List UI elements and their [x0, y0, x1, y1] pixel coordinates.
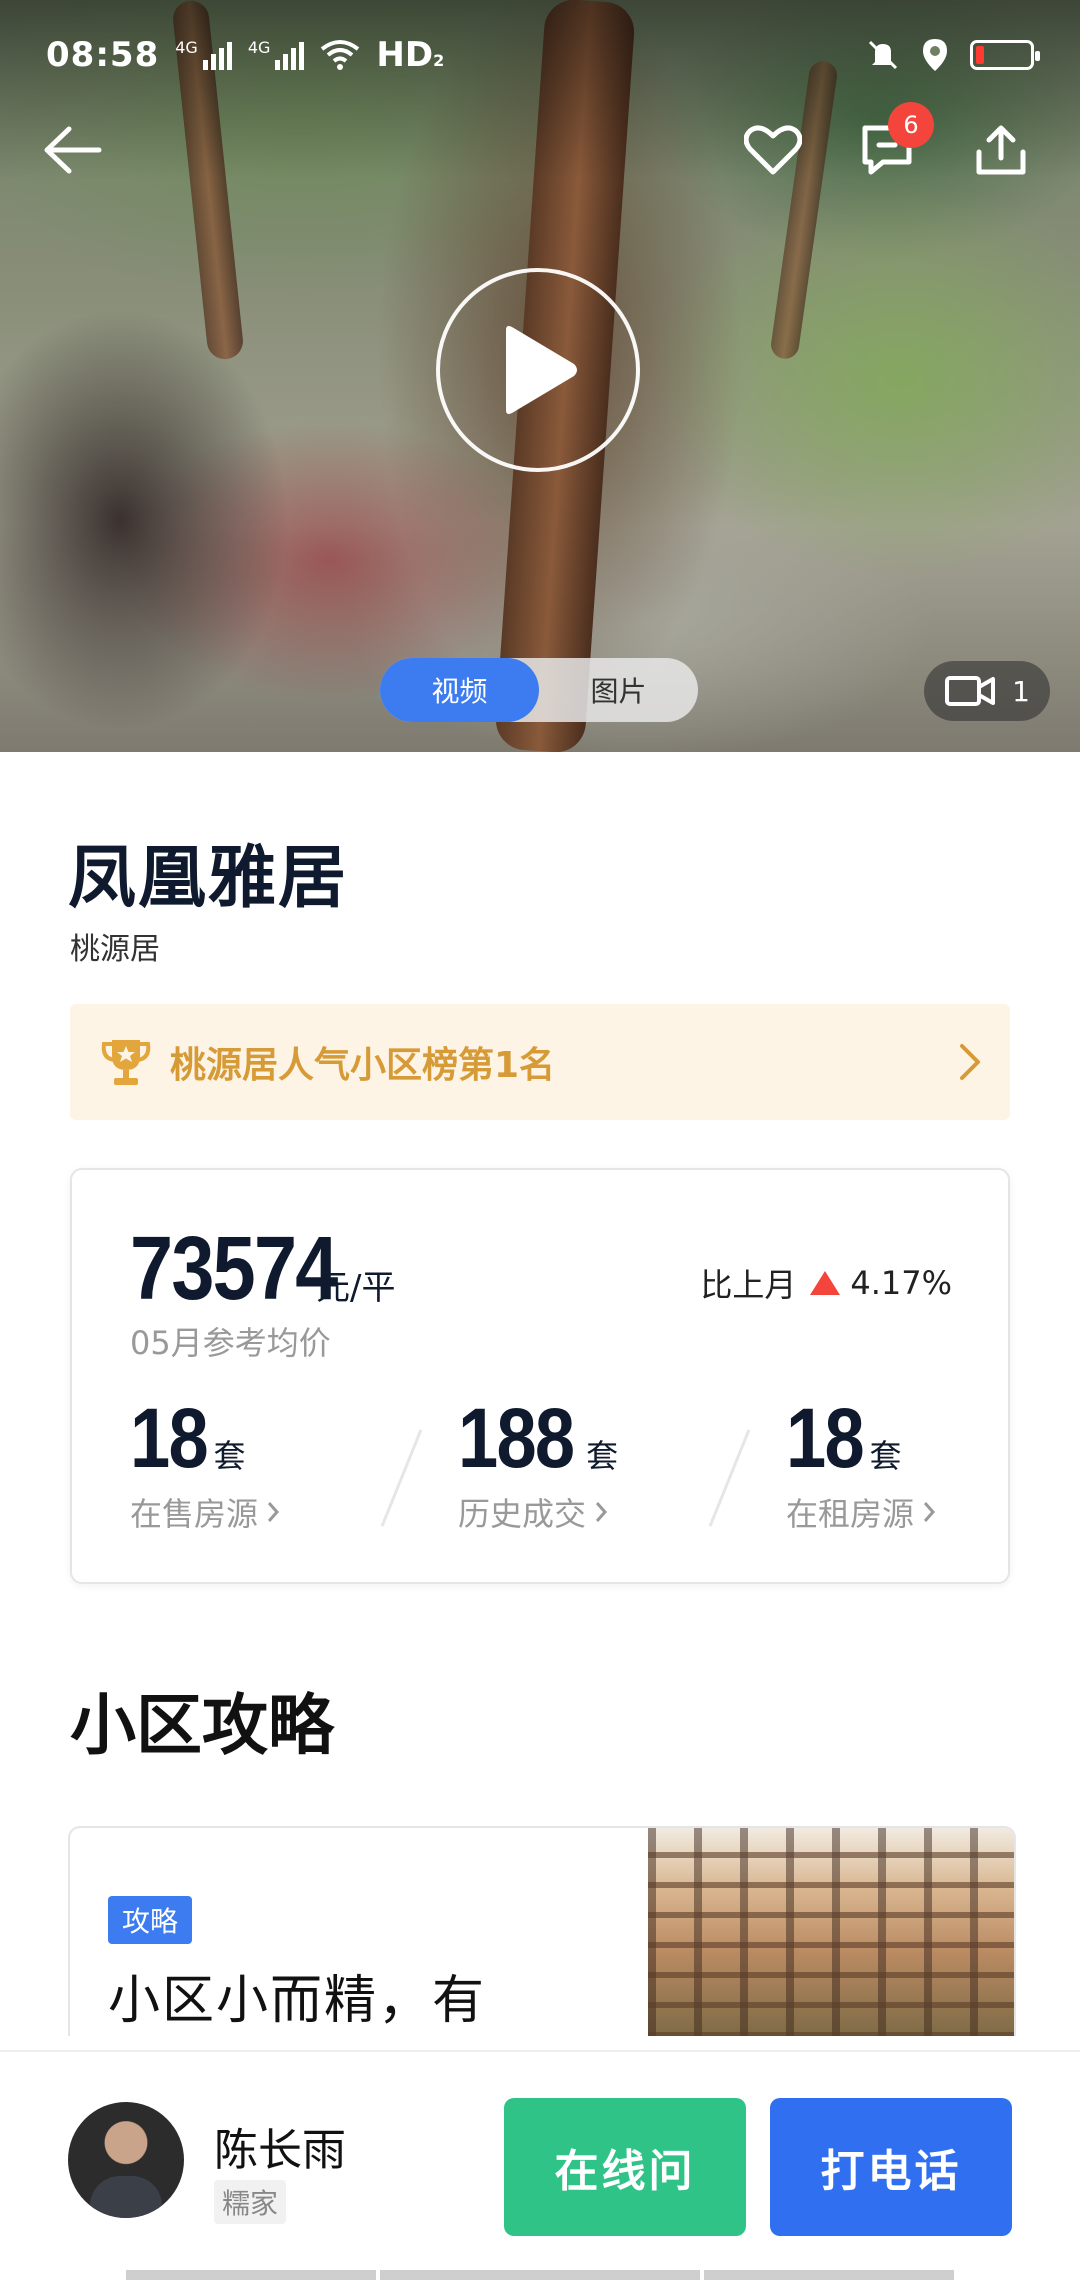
stat-unit: 套 — [586, 1437, 619, 1475]
network-type: 4G — [247, 38, 271, 57]
price-card: 73574 元/平 05月参考均价 比上月 4.17% 18 套 在售房源 188… — [70, 1168, 1010, 1584]
favorite-button[interactable] — [738, 115, 808, 185]
nav-indicator — [126, 2270, 376, 2280]
stat-for-sale[interactable]: 18 套 在售房源 — [130, 1390, 280, 1535]
community-title: 凤凰雅居 — [68, 839, 349, 918]
play-button[interactable] — [436, 268, 640, 472]
stat-value: 18 — [130, 1391, 209, 1485]
stat-history-deals[interactable]: 188 套 历史成交 — [458, 1390, 618, 1535]
stat-label: 历史成交 — [458, 1489, 618, 1535]
stat-unit: 套 — [213, 1437, 246, 1475]
status-right — [866, 38, 1040, 72]
status-bar: 08:58 4G 4G HD2 — [0, 0, 1080, 110]
ranking-banner[interactable]: 桃源居人气小区榜第1名 — [70, 1004, 1010, 1120]
mom-value: 4.17% — [850, 1264, 952, 1302]
stat-label: 在售房源 — [130, 1489, 280, 1535]
stat-unit: 套 — [869, 1437, 902, 1475]
back-button[interactable] — [38, 115, 108, 185]
signal-icon: 4G — [175, 40, 232, 70]
agent-avatar[interactable] — [68, 2102, 184, 2218]
price-label: 05月参考均价 — [130, 1324, 331, 1362]
guide-tag: 攻略 — [108, 1896, 193, 1944]
hd-indicator: HD2 — [376, 35, 445, 75]
signal-icon: 4G — [248, 40, 305, 70]
chevron-right-icon — [960, 1044, 980, 1080]
section-title-guide: 小区攻略 — [70, 1687, 334, 1764]
trophy-icon — [101, 1040, 151, 1085]
up-triangle-icon — [810, 1271, 841, 1295]
listing-stats: 18 套 在售房源 188 套 历史成交 18 套 在租房源 — [130, 1390, 970, 1550]
tab-photo[interactable]: 图片 — [539, 658, 698, 722]
battery-icon — [970, 40, 1040, 70]
guide-image — [648, 1828, 1014, 2036]
price-main: 73574 元/平 — [130, 1218, 395, 1321]
media-tabs: 视频 图片 — [380, 658, 698, 722]
call-button[interactable]: 打电话 — [770, 2098, 1012, 2236]
price-value: 73574 — [130, 1219, 338, 1319]
nav-indicator — [704, 2270, 954, 2280]
stat-value: 188 — [458, 1391, 575, 1485]
video-camera-icon — [945, 676, 996, 706]
agent-name[interactable]: 陈长雨 — [214, 2114, 346, 2178]
chevron-right-icon — [595, 1502, 608, 1522]
chevron-right-icon — [923, 1502, 936, 1522]
stat-label-text: 在售房源 — [130, 1495, 259, 1533]
message-badge: 6 — [888, 102, 934, 148]
stat-value: 18 — [786, 1391, 865, 1485]
guide-card[interactable]: 攻略 小区小而精，有 — [68, 1826, 1016, 2036]
nav-indicator — [380, 2270, 700, 2280]
community-area[interactable]: 桃源居 — [70, 924, 160, 968]
back-arrow-icon — [44, 126, 102, 174]
play-icon — [506, 326, 577, 414]
stat-for-rent[interactable]: 18 套 在租房源 — [786, 1390, 936, 1535]
video-count: 1 — [1012, 674, 1030, 708]
mute-icon — [868, 40, 898, 70]
bottom-action-bar: 陈长雨 糯家 在线问 打电话 — [0, 2050, 1080, 2280]
ranking-text: 桃源居人气小区榜第1名 — [170, 1045, 556, 1086]
tab-video[interactable]: 视频 — [380, 658, 539, 722]
divider — [380, 1429, 423, 1527]
mom-label: 比上月 — [700, 1266, 797, 1304]
status-time: 08:58 — [46, 35, 160, 75]
wifi-icon — [321, 40, 360, 70]
online-chat-button[interactable]: 在线问 — [504, 2098, 746, 2236]
hero-media[interactable]: 08:58 4G 4G HD2 6 视频 图片 1 — [0, 0, 1080, 752]
stat-label: 在租房源 — [786, 1489, 936, 1535]
agent-company: 糯家 — [214, 2180, 287, 2224]
location-icon — [923, 39, 947, 71]
stat-label-text: 在租房源 — [786, 1495, 915, 1533]
heart-icon — [744, 125, 802, 175]
chevron-right-icon — [267, 1502, 280, 1522]
divider — [708, 1429, 751, 1527]
status-left: 08:58 4G 4G HD2 — [46, 35, 444, 75]
network-type: 4G — [175, 38, 198, 57]
video-count-chip[interactable]: 1 — [924, 661, 1050, 721]
guide-title: 小区小而精，有 — [108, 1971, 487, 2031]
share-button[interactable] — [966, 115, 1036, 185]
month-over-month: 比上月 4.17% — [700, 1260, 952, 1306]
share-icon — [976, 125, 1026, 175]
stat-label-text: 历史成交 — [458, 1495, 587, 1533]
